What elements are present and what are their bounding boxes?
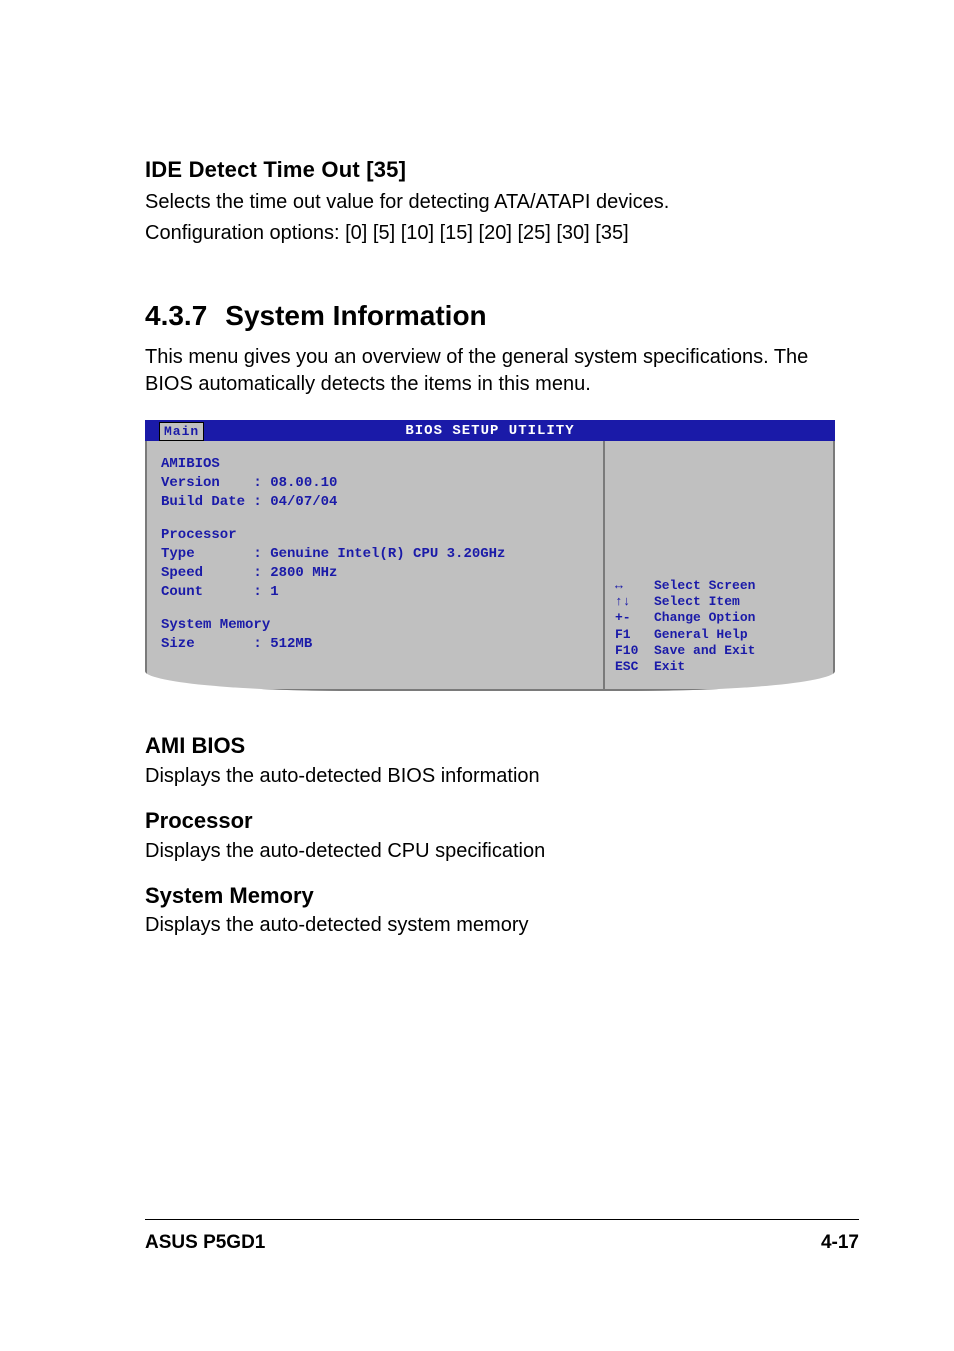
bios-cpu-type: Type : Genuine Intel(R) CPU 3.20GHz <box>161 545 589 564</box>
bios-title-bar: BIOS SETUP UTILITY Main <box>145 420 835 441</box>
ami-bios-heading: AMI BIOS <box>145 731 859 761</box>
bios-title-text: BIOS SETUP UTILITY <box>405 423 574 439</box>
bios-body: AMIBIOS Version : 08.00.10 Build Date : … <box>145 441 835 691</box>
bios-tab-main: Main <box>159 422 204 442</box>
bios-amibios-label: AMIBIOS <box>161 455 589 474</box>
bios-nav-general-help: F1 General Help <box>615 627 823 643</box>
bios-build-date: Build Date : 04/07/04 <box>161 493 589 512</box>
bios-right-pane: ↔ Select Screen ↑↓ Select Item +- Change… <box>603 441 833 689</box>
footer-right: 4-17 <box>821 1230 859 1256</box>
system-memory-heading: System Memory <box>145 881 859 911</box>
bios-screenshot: BIOS SETUP UTILITY Main AMIBIOS Version … <box>145 420 835 691</box>
bios-sysmem-label: System Memory <box>161 616 589 635</box>
bios-nav-select-screen: ↔ Select Screen <box>615 578 823 594</box>
bios-nav-exit: ESC Exit <box>615 659 823 675</box>
bios-nav-change-option: +- Change Option <box>615 610 823 626</box>
system-memory-desc: Displays the auto-detected system memory <box>145 912 859 939</box>
bios-left-pane: AMIBIOS Version : 08.00.10 Build Date : … <box>147 441 603 689</box>
bios-nav-select-item: ↑↓ Select Item <box>615 594 823 610</box>
processor-heading: Processor <box>145 806 859 836</box>
bios-cpu-count: Count : 1 <box>161 583 589 602</box>
ide-line2: Configuration options: [0] [5] [10] [15]… <box>145 220 859 247</box>
section-title: System Information <box>225 300 486 331</box>
ami-bios-desc: Displays the auto-detected BIOS informat… <box>145 763 859 790</box>
bios-mem-size: Size : 512MB <box>161 635 589 654</box>
bios-processor-label: Processor <box>161 526 589 545</box>
ide-heading: IDE Detect Time Out [35] <box>145 155 859 185</box>
section-desc: This menu gives you an overview of the g… <box>145 344 859 398</box>
page-footer: ASUS P5GD1 4-17 <box>145 1219 859 1256</box>
section-number: 4.3.7 <box>145 297 207 335</box>
page-content: IDE Detect Time Out [35] Selects the tim… <box>0 0 954 939</box>
section-heading: 4.3.7 System Information <box>145 297 859 335</box>
bios-cpu-speed: Speed : 2800 MHz <box>161 564 589 583</box>
bios-nav-help: ↔ Select Screen ↑↓ Select Item +- Change… <box>615 578 823 676</box>
bios-version: Version : 08.00.10 <box>161 474 589 493</box>
processor-desc: Displays the auto-detected CPU specifica… <box>145 838 859 865</box>
footer-left: ASUS P5GD1 <box>145 1230 265 1256</box>
ide-line1: Selects the time out value for detecting… <box>145 189 859 216</box>
bios-nav-save-exit: F10 Save and Exit <box>615 643 823 659</box>
